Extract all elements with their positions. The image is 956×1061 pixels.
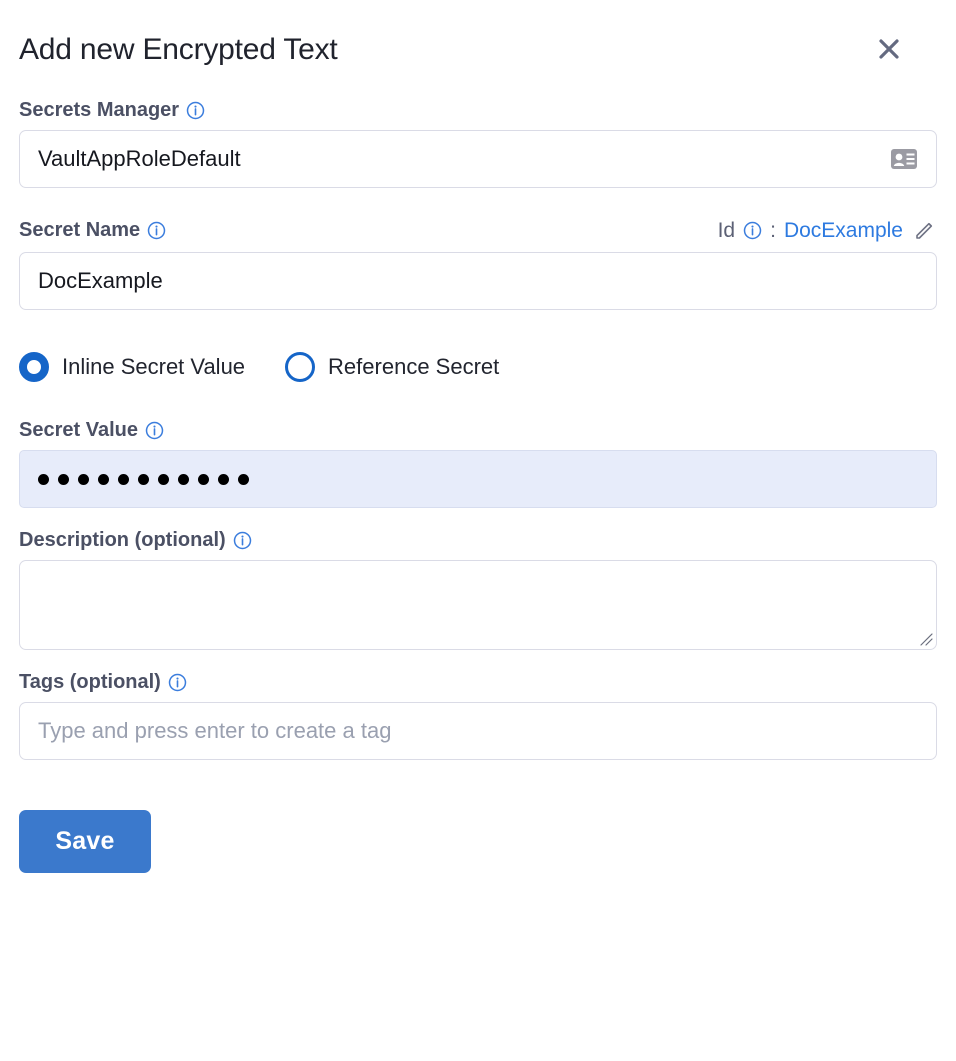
secret-name-label-row: Secret Name Id: DocExample bbox=[19, 218, 937, 242]
description-field: Description (optional) bbox=[19, 530, 937, 650]
description-textarea[interactable] bbox=[19, 560, 937, 650]
radio-inline-secret-value[interactable]: Inline Secret Value bbox=[19, 352, 245, 382]
description-label: Description (optional) bbox=[19, 530, 252, 550]
secret-value-label-row: Secret Value bbox=[19, 420, 937, 440]
radio-reference-secret[interactable]: Reference Secret bbox=[285, 352, 499, 382]
secret-name-value: DocExample bbox=[38, 268, 163, 293]
tags-label: Tags (optional) bbox=[19, 672, 187, 692]
tags-field: Tags (optional) Type and press enter to … bbox=[19, 672, 937, 760]
secrets-manager-field: Secrets Manager VaultAppRoleDefault bbox=[19, 100, 937, 188]
secret-id-value[interactable]: DocExample bbox=[784, 220, 903, 241]
secret-value-input[interactable] bbox=[19, 450, 937, 508]
resize-grip-icon[interactable] bbox=[917, 630, 933, 646]
dialog-header: Add new Encrypted Text bbox=[19, 0, 937, 100]
description-label-row: Description (optional) bbox=[19, 530, 937, 550]
add-encrypted-text-dialog: Add new Encrypted Text Secrets Manager V… bbox=[0, 0, 956, 1061]
radio-label: Inline Secret Value bbox=[62, 354, 246, 379]
secret-id-key: Id bbox=[717, 218, 736, 242]
info-icon[interactable] bbox=[147, 221, 166, 240]
tags-label-row: Tags (optional) bbox=[19, 672, 937, 692]
secrets-manager-value: VaultAppRoleDefault bbox=[38, 146, 241, 171]
tags-input[interactable]: Type and press enter to create a tag bbox=[19, 702, 937, 760]
secret-name-input-wrap: DocExample bbox=[19, 252, 937, 310]
info-icon[interactable] bbox=[186, 101, 205, 120]
info-icon[interactable] bbox=[743, 221, 762, 240]
radio-indicator-selected[interactable] bbox=[19, 352, 49, 382]
secret-id-separator: : bbox=[770, 218, 776, 242]
secret-name-input[interactable]: DocExample bbox=[19, 252, 937, 310]
info-icon[interactable] bbox=[233, 531, 252, 550]
id-badge-icon[interactable] bbox=[889, 144, 919, 174]
secret-name-label: Secret Name bbox=[19, 220, 166, 240]
secret-value-label: Secret Value bbox=[19, 420, 164, 440]
tags-placeholder: Type and press enter to create a tag bbox=[38, 718, 392, 743]
secrets-manager-label-row: Secrets Manager bbox=[19, 100, 937, 120]
save-button[interactable]: Save bbox=[19, 810, 151, 873]
secrets-manager-input-wrap: VaultAppRoleDefault bbox=[19, 130, 937, 188]
page-title: Add new Encrypted Text bbox=[19, 33, 338, 66]
masked-secret-value bbox=[38, 473, 249, 485]
close-icon bbox=[876, 36, 902, 65]
radio-label: Reference Secret bbox=[328, 354, 500, 379]
secret-id-row: Id : DocExample bbox=[718, 218, 937, 242]
secrets-manager-input[interactable]: VaultAppRoleDefault bbox=[19, 130, 937, 188]
secret-value-field: Secret Value bbox=[19, 420, 937, 508]
info-icon[interactable] bbox=[168, 673, 187, 692]
info-icon[interactable] bbox=[145, 421, 164, 440]
radio-indicator[interactable] bbox=[285, 352, 316, 382]
secrets-manager-label: Secrets Manager bbox=[19, 100, 205, 120]
pencil-icon[interactable] bbox=[913, 218, 937, 242]
secret-name-field: Secret Name Id: DocExample DocExample bbox=[19, 218, 937, 310]
secret-mode-radio-group: Inline Secret Value Reference Secret bbox=[19, 352, 937, 382]
close-button[interactable] bbox=[874, 35, 904, 65]
